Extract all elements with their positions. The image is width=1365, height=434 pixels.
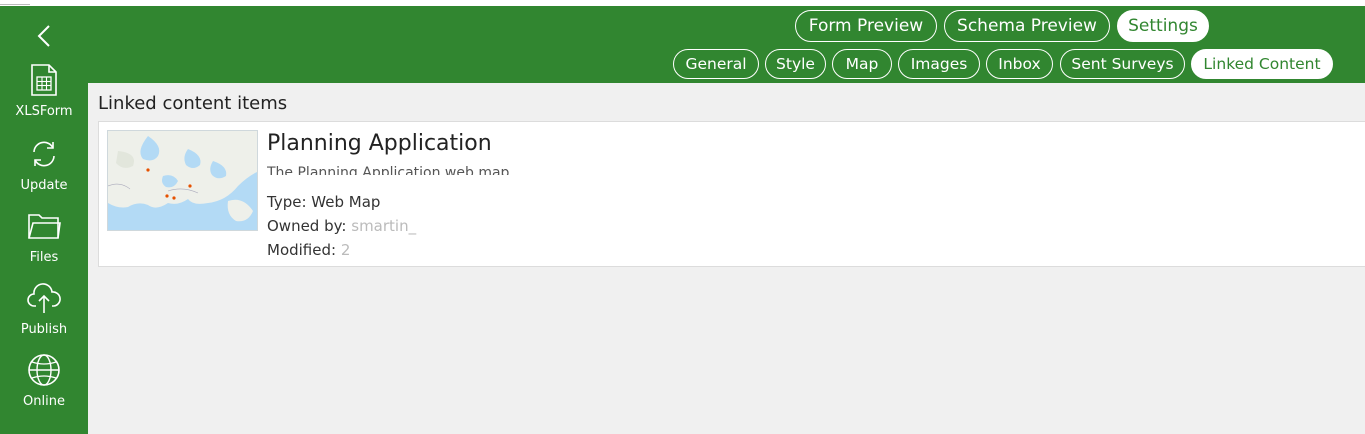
map-marker-icon xyxy=(165,194,169,198)
modified-label: Modified: xyxy=(267,241,337,259)
subtab-images[interactable]: Images xyxy=(898,49,980,79)
subtab-general[interactable]: General xyxy=(673,49,759,79)
map-marker-icon xyxy=(146,168,150,172)
sidebar-item-publish[interactable]: Publish xyxy=(0,280,88,348)
spreadsheet-icon xyxy=(26,62,62,98)
window-edge xyxy=(0,0,30,5)
item-owner: Owned by: smartin_ xyxy=(267,217,416,235)
folder-icon xyxy=(26,208,62,244)
sidebar-item-update[interactable]: Update xyxy=(0,136,88,204)
chevron-left-icon xyxy=(37,25,50,47)
sidebar-item-files[interactable]: Files xyxy=(0,208,88,276)
sidebar-item-label: Update xyxy=(20,178,68,193)
item-modified: Modified: 2 xyxy=(267,241,350,259)
sidebar-item-label: Online xyxy=(23,394,65,409)
header-bar: Form Preview Schema Preview Settings Gen… xyxy=(88,6,1365,83)
subtab-style[interactable]: Style xyxy=(765,49,826,79)
subtab-map[interactable]: Map xyxy=(832,49,892,79)
subtab-sent-surveys[interactable]: Sent Surveys xyxy=(1060,49,1185,79)
item-description: The Planning Application web map ... xyxy=(267,165,528,175)
map-marker-icon xyxy=(188,184,192,188)
subtab-inbox[interactable]: Inbox xyxy=(986,49,1053,79)
sidebar-item-label: XLSForm xyxy=(15,104,73,119)
linked-content-card[interactable]: Planning Application The Planning Applic… xyxy=(98,121,1365,267)
subtab-linked-content[interactable]: Linked Content xyxy=(1191,49,1333,79)
modified-value: 2 xyxy=(340,241,351,259)
tab-form-preview[interactable]: Form Preview xyxy=(795,10,937,42)
back-button[interactable] xyxy=(26,18,62,54)
item-type: Type: Web Map xyxy=(267,193,381,211)
tab-settings[interactable]: Settings xyxy=(1117,10,1209,42)
map-marker-icon xyxy=(172,196,176,200)
main-content: Linked content items Planning Applicatio… xyxy=(88,83,1365,434)
sidebar-item-online[interactable]: Online xyxy=(0,352,88,420)
section-title: Linked content items xyxy=(98,93,288,114)
tab-schema-preview[interactable]: Schema Preview xyxy=(944,10,1110,42)
sidebar: XLSForm Update Files Publish Online xyxy=(0,6,88,434)
cloud-upload-icon xyxy=(26,280,62,316)
owner-label: Owned by: xyxy=(267,217,347,235)
item-title: Planning Application xyxy=(267,131,492,156)
refresh-icon xyxy=(26,136,62,172)
map-thumbnail xyxy=(107,130,258,231)
sidebar-item-label: Files xyxy=(29,250,59,265)
sidebar-item-label: Publish xyxy=(20,322,68,337)
sidebar-item-xlsform[interactable]: XLSForm xyxy=(0,62,88,130)
globe-icon xyxy=(26,352,62,388)
owner-value: smartin_ xyxy=(351,217,417,235)
